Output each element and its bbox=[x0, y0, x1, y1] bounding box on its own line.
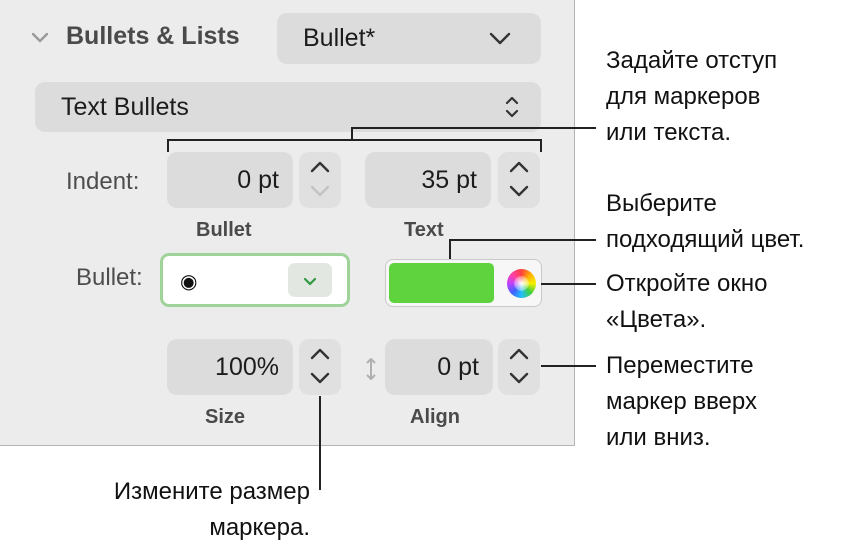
indent-callout-line-1: Задайте отступ bbox=[606, 47, 778, 74]
colors-window-callout-line-1: Откройте окно bbox=[606, 270, 768, 297]
colors-window-callout-line-2: «Цвета». bbox=[606, 306, 707, 333]
size-callout-line-1: Измените размер bbox=[113, 478, 310, 505]
move-callout: Переместите маркер вверх или вниз. bbox=[606, 348, 757, 456]
move-callout-line-2: маркер вверх bbox=[606, 388, 757, 415]
size-callout: Измените размер маркера. bbox=[70, 474, 310, 546]
color-callout: Выберите подходящий цвет. bbox=[606, 186, 804, 258]
move-callout-line-1: Переместите bbox=[606, 352, 754, 379]
indent-callout: Задайте отступ для маркеров или текста. bbox=[606, 43, 777, 151]
indent-bracket-line bbox=[167, 127, 596, 152]
color-callout-line-1: Выберите bbox=[606, 190, 717, 217]
indent-callout-line-2: для маркеров bbox=[606, 83, 761, 110]
colors-window-callout: Откройте окно «Цвета». bbox=[606, 266, 767, 338]
color-callout-line bbox=[449, 239, 596, 259]
color-callout-line-2: подходящий цвет. bbox=[606, 226, 805, 253]
indent-callout-line-3: или текста. bbox=[606, 119, 732, 146]
size-callout-line-2: маркера. bbox=[209, 514, 310, 541]
move-callout-line-3: или вниз. bbox=[606, 424, 711, 451]
